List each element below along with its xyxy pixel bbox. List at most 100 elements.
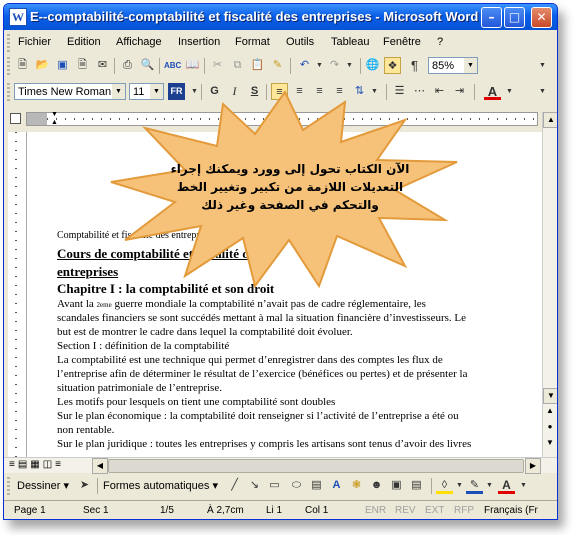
drawing-toolbar: Dessiner ▾ ➤ Formes automatiques ▾ ╱ ↘ ▭… bbox=[4, 474, 557, 498]
email-icon[interactable]: ✉ bbox=[94, 57, 111, 74]
research-icon[interactable]: 📖 bbox=[184, 57, 201, 74]
hyperlink-icon[interactable]: 🌐 bbox=[364, 57, 381, 74]
font-color-button[interactable]: A bbox=[484, 83, 501, 100]
menu-grip[interactable] bbox=[7, 34, 10, 52]
horizontal-scrollbar[interactable]: ≡▤▦◫≡ ◀ ▶ bbox=[4, 457, 557, 474]
scroll-down-button[interactable]: ▼ bbox=[543, 388, 557, 404]
menu-tableau[interactable]: Tableau bbox=[331, 36, 370, 48]
window-title: E--comptabilité-comptabilité et fiscalit… bbox=[30, 9, 479, 24]
menu-insertion[interactable]: Insertion bbox=[178, 36, 220, 48]
menu-affichage[interactable]: Affichage bbox=[116, 36, 162, 48]
maximize-button[interactable]: □ bbox=[504, 7, 525, 28]
zoom-select[interactable]: 85% ▼ bbox=[428, 57, 478, 74]
hanging-indent-marker[interactable]: ▲ bbox=[51, 119, 58, 126]
vertical-ruler-ticks bbox=[15, 132, 17, 457]
doc-paragraph-1-line-1: Avant la 2eme guerre mondiale la comptab… bbox=[57, 298, 426, 310]
status-rev[interactable]: REV bbox=[395, 505, 416, 516]
print-icon[interactable]: ⎙ bbox=[119, 57, 136, 74]
callout-text: الآن الكتاب تحول إلى وورد ويمكنك إجراء ا… bbox=[170, 162, 410, 212]
doc-paragraph-3: Les motifs pour lesquels on tient une co… bbox=[57, 396, 336, 408]
rectangle-tool-icon[interactable]: ▭ bbox=[266, 477, 283, 494]
menu-fenetre[interactable]: Fenêtre bbox=[383, 36, 421, 48]
arrow-tool-icon[interactable]: ↘ bbox=[246, 477, 263, 494]
previous-page-button[interactable]: ▲ bbox=[543, 404, 557, 418]
tab-selector[interactable] bbox=[10, 113, 21, 124]
toolbar-options-icon[interactable]: ▼ bbox=[534, 83, 551, 100]
first-indent-marker[interactable]: ▼ bbox=[51, 111, 58, 118]
toolbar-separator bbox=[204, 58, 205, 74]
status-column: Col 1 bbox=[305, 505, 329, 516]
scroll-right-button[interactable]: ▶ bbox=[525, 458, 541, 474]
toolbar-grip[interactable] bbox=[7, 57, 10, 75]
doc-paragraph-1-line-2: scandales financiers se sont succédés me… bbox=[57, 312, 466, 324]
doc-paragraph-2-line-2: l’entreprise afin de déterminer le résul… bbox=[57, 368, 468, 380]
toolbar-separator bbox=[97, 478, 98, 494]
scroll-left-button[interactable]: ◀ bbox=[92, 458, 108, 474]
browse-object-button[interactable]: ● bbox=[543, 420, 557, 434]
clip-art-icon[interactable]: ☻ bbox=[368, 477, 385, 494]
document-map-icon[interactable]: ❖ bbox=[384, 57, 401, 74]
p1-start: Avant la bbox=[57, 298, 97, 310]
draw-font-color-button[interactable]: A bbox=[498, 477, 515, 494]
redo-dropdown-icon[interactable]: ▼ bbox=[341, 57, 358, 74]
draw-menu-label: Dessiner bbox=[17, 480, 61, 492]
menu-format[interactable]: Format bbox=[235, 36, 270, 48]
print-preview-icon[interactable]: 🔍 bbox=[139, 57, 156, 74]
doc-paragraph-2-line-3: situation patrimoniale de l’entreprise. bbox=[57, 382, 222, 394]
doc-paragraph-2-line-1: La comptabilité est une technique qui pe… bbox=[57, 354, 443, 366]
p1-superscript: 2eme bbox=[96, 301, 112, 309]
insert-picture-icon[interactable]: ▣ bbox=[388, 477, 405, 494]
status-language: Français (Fr bbox=[484, 505, 538, 516]
menu-edition[interactable]: Edition bbox=[67, 36, 101, 48]
toolbar-grip[interactable] bbox=[7, 83, 10, 101]
vertical-ruler[interactable] bbox=[8, 132, 27, 457]
toolbar-options-icon[interactable]: ▼ bbox=[534, 57, 551, 74]
horizontal-scroll-thumb[interactable] bbox=[108, 459, 524, 473]
autoshapes-menu[interactable]: Formes automatiques ▾ bbox=[103, 479, 218, 492]
font-color-dropdown-icon[interactable]: ▼ bbox=[501, 83, 518, 100]
paste-icon[interactable]: 📋 bbox=[249, 57, 266, 74]
left-margin-shade bbox=[27, 113, 47, 125]
menu-help[interactable]: ? bbox=[437, 36, 443, 48]
scroll-up-button[interactable]: ▲ bbox=[543, 112, 557, 128]
oval-tool-icon[interactable]: ⬭ bbox=[288, 477, 305, 494]
save-icon[interactable]: ▣ bbox=[54, 57, 71, 74]
open-folder-icon[interactable]: 📂 bbox=[34, 57, 51, 74]
select-objects-icon[interactable]: ➤ bbox=[76, 477, 93, 494]
status-ovr[interactable]: RFP bbox=[454, 505, 474, 516]
p1-rest: guerre mondiale la comptabilité n’avait … bbox=[111, 298, 426, 310]
title-bar[interactable]: W E--comptabilité-comptabilité et fiscal… bbox=[4, 4, 557, 30]
copy-icon[interactable]: ⧉ bbox=[229, 57, 246, 74]
vertical-scrollbar[interactable]: ▲ ▼ ▲ ● ▼ bbox=[542, 112, 557, 457]
status-rec[interactable]: ENR bbox=[365, 505, 386, 516]
view-buttons[interactable]: ≡▤▦◫≡ bbox=[9, 459, 64, 470]
diagram-icon[interactable]: ❃ bbox=[348, 477, 365, 494]
text-box-icon[interactable]: ▤ bbox=[308, 477, 325, 494]
draw-font-color-dropdown-icon[interactable]: ▼ bbox=[515, 477, 532, 494]
chevron-down-icon[interactable]: ▼ bbox=[464, 58, 477, 73]
picture-icon[interactable]: ▤ bbox=[408, 477, 425, 494]
minimize-button[interactable]: – bbox=[481, 7, 502, 28]
next-page-button[interactable]: ▼ bbox=[543, 436, 557, 450]
show-hide-paragraph-icon[interactable]: ¶ bbox=[406, 57, 423, 74]
spelling-icon[interactable]: ABC bbox=[164, 57, 181, 74]
status-position: À 2,7cm bbox=[207, 505, 244, 516]
menu-outils[interactable]: Outils bbox=[286, 36, 314, 48]
format-painter-icon[interactable]: ✎ bbox=[269, 57, 286, 74]
cut-icon[interactable]: ✂ bbox=[209, 57, 226, 74]
line-color-dropdown-icon[interactable]: ▼ bbox=[481, 477, 498, 494]
word-app-icon[interactable]: W bbox=[9, 8, 27, 26]
wordart-icon[interactable]: A bbox=[328, 477, 345, 494]
line-tool-icon[interactable]: ╱ bbox=[226, 477, 243, 494]
doc-section-heading: Section I : définition de la comptabilit… bbox=[57, 340, 230, 352]
draw-menu[interactable]: Dessiner ▾ bbox=[17, 479, 69, 492]
toolbar-separator bbox=[159, 58, 160, 74]
menu-fichier[interactable]: Fichier bbox=[18, 36, 51, 48]
toolbar-grip[interactable] bbox=[7, 477, 10, 495]
permission-icon[interactable]: 🗎 bbox=[74, 57, 91, 74]
status-ext[interactable]: EXT bbox=[425, 505, 444, 516]
status-section: Sec 1 bbox=[83, 505, 109, 516]
toolbar-separator bbox=[431, 478, 432, 494]
close-button[interactable]: ✕ bbox=[531, 7, 552, 28]
new-document-icon[interactable]: 🗎 bbox=[14, 57, 31, 74]
